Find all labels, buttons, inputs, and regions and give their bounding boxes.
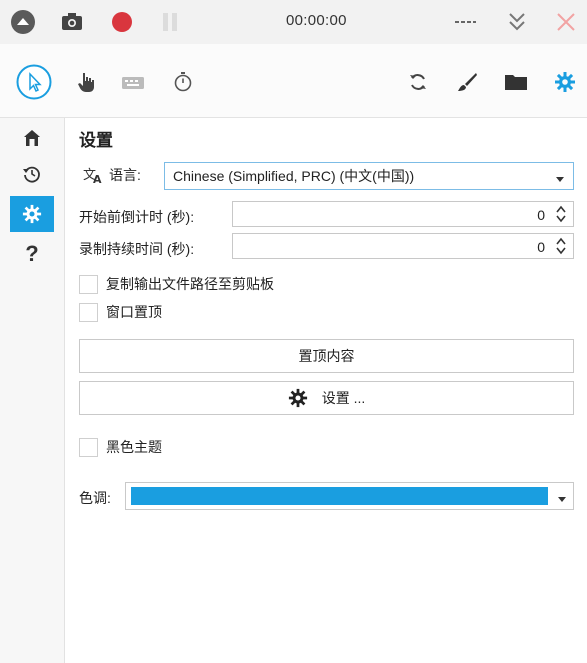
sidebar-item-settings[interactable] [10, 196, 54, 232]
hand-icon[interactable] [74, 70, 98, 94]
settings-button-label: 设置 ... [321, 390, 366, 406]
toolbar [0, 44, 587, 118]
dark-theme-checkbox[interactable] [79, 437, 98, 457]
record-icon[interactable] [110, 10, 134, 34]
help-icon: ? [25, 241, 39, 266]
language-value: Chinese (Simplified, PRC) (中文(中国)) [173, 168, 415, 184]
topmost-checkbox[interactable] [79, 302, 98, 322]
copy-path-option[interactable]: 复制输出文件路径至剪贴板 [79, 274, 274, 294]
sidebar-item-help[interactable]: ? [10, 236, 54, 272]
page-title: 设置 [79, 131, 113, 150]
spinner-icon[interactable] [555, 236, 567, 256]
pause-icon[interactable] [158, 10, 182, 34]
countdown-input[interactable]: 0 [232, 201, 574, 227]
duration-value: 0 [537, 239, 545, 255]
gear-icon [288, 388, 308, 408]
settings-panel: 设置 文A 语言: Chinese (Simplified, PRC) (中文(… [65, 118, 587, 663]
dark-theme-label: 黑色主题 [106, 439, 162, 455]
duration-input[interactable]: 0 [232, 233, 574, 259]
sidebar-item-home[interactable] [10, 120, 54, 156]
gear-icon[interactable] [553, 70, 577, 94]
title-bar: 00:00:00 [0, 0, 587, 44]
up-arrow-icon[interactable] [10, 9, 36, 35]
duration-label: 录制持续时间 (秒): [79, 241, 195, 257]
chevron-down-icon [557, 491, 567, 507]
spinner-icon[interactable] [555, 204, 567, 224]
home-icon [24, 130, 40, 146]
close-icon[interactable] [553, 9, 579, 35]
recording-timer: 00:00:00 [286, 12, 347, 29]
gear-icon [22, 204, 42, 224]
collapse-icon[interactable] [504, 9, 530, 35]
accent-color-select[interactable] [125, 482, 574, 510]
folder-icon[interactable] [503, 70, 529, 94]
accent-color-swatch [131, 487, 548, 505]
more-icon[interactable] [452, 12, 478, 32]
language-select[interactable]: Chinese (Simplified, PRC) (中文(中国)) [164, 162, 574, 190]
translate-icon: 文A [83, 168, 102, 184]
copy-path-checkbox[interactable] [79, 274, 98, 294]
sidebar-item-history[interactable] [10, 156, 54, 192]
topmost-option[interactable]: 窗口置顶 [79, 302, 162, 322]
countdown-value: 0 [537, 207, 545, 223]
language-label: 语言: [109, 167, 141, 183]
accent-label: 色调: [79, 490, 111, 506]
stopwatch-icon[interactable] [171, 70, 195, 94]
brush-icon[interactable] [455, 70, 479, 94]
chevron-down-icon [555, 171, 565, 187]
camera-icon[interactable] [60, 10, 84, 34]
history-icon [23, 166, 40, 183]
settings-button[interactable]: 设置 ... [79, 381, 574, 415]
topmost-label: 窗口置顶 [106, 304, 162, 320]
dark-theme-option[interactable]: 黑色主题 [79, 437, 162, 457]
cursor-icon[interactable] [16, 64, 52, 100]
countdown-label: 开始前倒计时 (秒): [79, 209, 195, 225]
topmost-content-button[interactable]: 置顶内容 [79, 339, 574, 373]
topmost-content-label: 置顶内容 [298, 348, 355, 364]
language-label-row: 文A 语言: [83, 165, 141, 185]
copy-path-label: 复制输出文件路径至剪贴板 [106, 276, 274, 292]
keyboard-icon[interactable] [120, 74, 146, 92]
svg-text:A: A [93, 173, 102, 184]
refresh-icon[interactable] [406, 70, 430, 94]
sidebar: ? [0, 118, 65, 663]
